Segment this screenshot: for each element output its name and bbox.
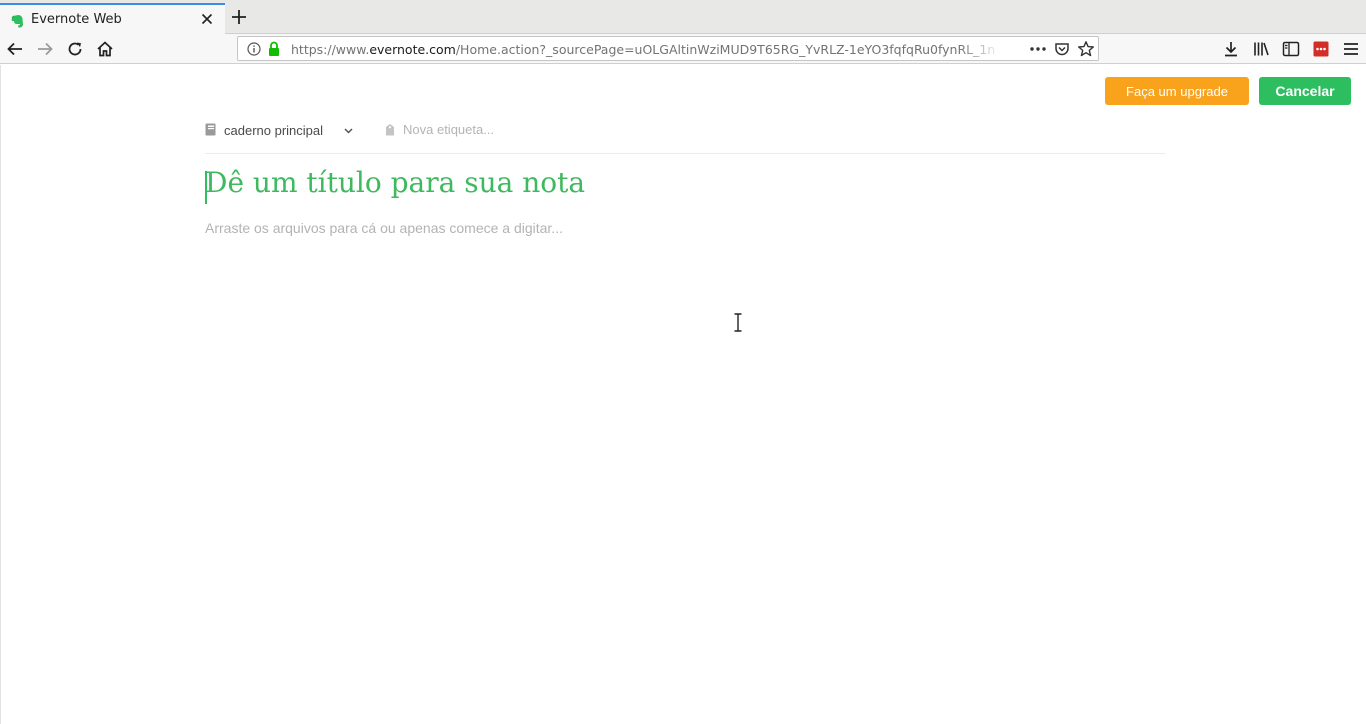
arrow-right-icon — [38, 42, 53, 56]
reload-button[interactable] — [65, 39, 85, 59]
note-meta-row: caderno principal Nova etiqueta... — [205, 120, 1165, 154]
notebook-selector[interactable]: caderno principal — [224, 123, 323, 138]
note-body-editor[interactable]: Arraste os arquivos para cá ou apenas co… — [205, 220, 563, 236]
evernote-editor-page: Faça um upgrade Cancelar caderno princip… — [0, 65, 1366, 724]
url-fade — [958, 39, 1002, 59]
forward-button[interactable] — [35, 39, 55, 59]
notebook-icon — [205, 123, 216, 136]
star-icon[interactable] — [1077, 40, 1095, 58]
back-button[interactable] — [5, 39, 25, 59]
plus-icon[interactable] — [230, 8, 248, 26]
url-domain: evernote.com — [369, 42, 456, 57]
close-icon[interactable] — [199, 11, 215, 27]
download-icon[interactable] — [1221, 39, 1241, 59]
sidebar-icon[interactable] — [1281, 39, 1301, 59]
tag-icon — [386, 124, 394, 136]
chevron-down-icon[interactable] — [344, 127, 353, 135]
text-cursor-icon — [734, 313, 742, 332]
url-bar[interactable]: https://www.evernote.com/Home.action?_so… — [237, 36, 1099, 61]
pocket-icon[interactable] — [1054, 41, 1070, 57]
evernote-elephant-icon — [11, 15, 23, 28]
lastpass-icon[interactable] — [1311, 39, 1331, 59]
browser-navigation-bar: https://www.evernote.com/Home.action?_so… — [0, 34, 1366, 64]
url-text[interactable]: https://www.evernote.com/Home.action?_so… — [291, 42, 999, 58]
home-icon — [97, 41, 113, 57]
cancel-button[interactable]: Cancelar — [1259, 77, 1351, 105]
home-button[interactable] — [95, 39, 115, 59]
text-caret — [205, 171, 207, 204]
new-tag-input[interactable]: Nova etiqueta... — [403, 122, 494, 137]
reload-icon — [68, 42, 82, 56]
lock-icon[interactable] — [268, 41, 280, 57]
browser-tab-strip: Evernote Web — [0, 0, 1366, 34]
note-title-input[interactable]: Dê um título para sua nota — [205, 166, 585, 206]
upgrade-button[interactable]: Faça um upgrade — [1105, 77, 1249, 105]
info-icon[interactable] — [247, 42, 261, 56]
url-scheme: https://www. — [291, 42, 370, 57]
arrow-left-icon — [7, 42, 22, 56]
url-path: /Home.action?_sourcePage=uOLGAltinWziMUD… — [455, 42, 996, 57]
browser-tab[interactable]: Evernote Web — [0, 3, 225, 34]
hamburger-menu-icon[interactable] — [1341, 39, 1361, 59]
more-actions-icon[interactable] — [1029, 42, 1047, 56]
library-icon[interactable] — [1251, 39, 1271, 59]
tab-title: Evernote Web — [31, 12, 122, 27]
